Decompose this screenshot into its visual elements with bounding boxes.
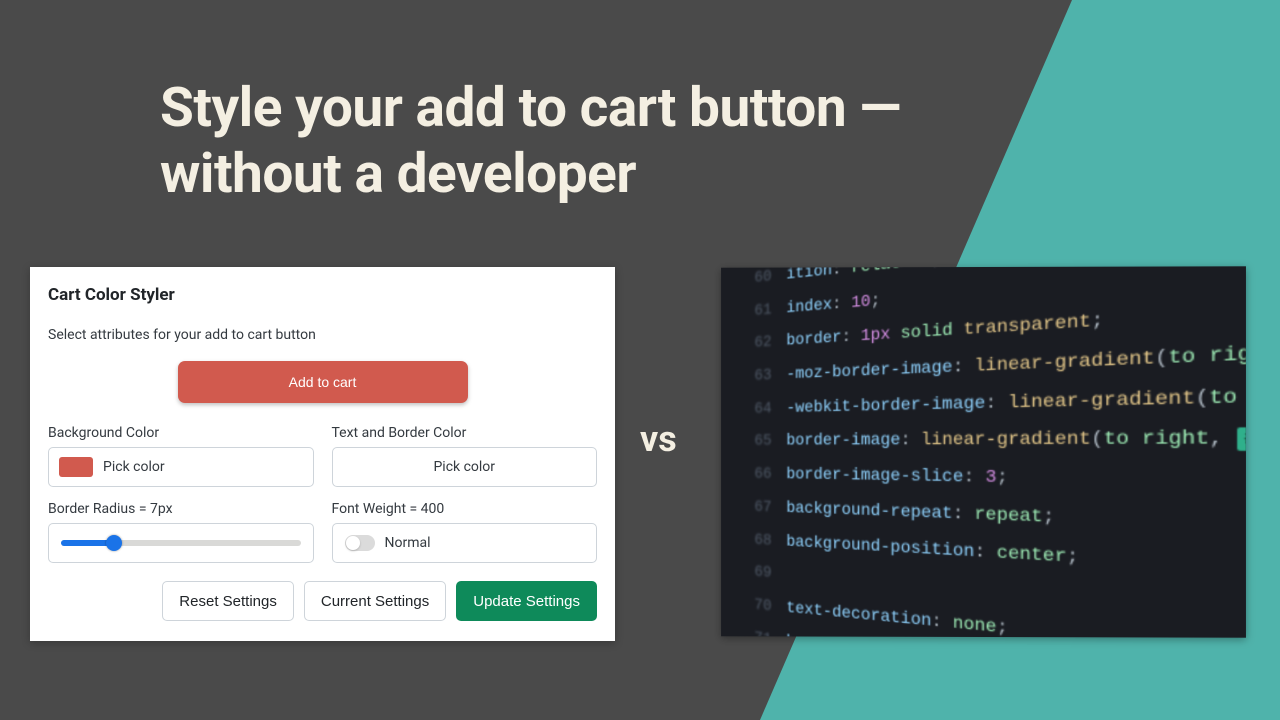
current-settings-button[interactable]: Current Settings [304, 581, 446, 621]
text-color-label: Text and Border Color [332, 425, 598, 441]
panel-title: Cart Color Styler [48, 285, 597, 305]
bg-color-swatch [59, 457, 93, 477]
panel-subtitle: Select attributes for your add to cart b… [48, 327, 597, 343]
border-radius-label: Border Radius = 7px [48, 501, 314, 517]
bg-color-picker[interactable]: Pick color [48, 447, 314, 487]
reset-settings-button[interactable]: Reset Settings [162, 581, 294, 621]
font-weight-label: Font Weight = 400 [332, 501, 598, 517]
styler-panel: Cart Color Styler Select attributes for … [30, 267, 615, 641]
toggle-switch[interactable] [345, 535, 375, 551]
add-to-cart-preview-button[interactable]: Add to cart [178, 361, 468, 403]
vs-label: vs [640, 418, 677, 460]
font-weight-option: Normal [385, 535, 431, 551]
headline: Style your add to cart button — without … [160, 75, 1140, 207]
code-preview-image: 60ition: relative; 61index: 10; 62border… [721, 266, 1246, 637]
update-settings-button[interactable]: Update Settings [456, 581, 597, 621]
text-color-picker[interactable]: Pick color [332, 447, 598, 487]
border-radius-slider[interactable] [48, 523, 314, 563]
bg-color-pick-text: Pick color [103, 459, 303, 475]
text-color-pick-text: Pick color [343, 459, 587, 475]
bg-color-label: Background Color [48, 425, 314, 441]
slider-thumb[interactable] [106, 535, 122, 551]
font-weight-toggle[interactable]: Normal [332, 523, 598, 563]
